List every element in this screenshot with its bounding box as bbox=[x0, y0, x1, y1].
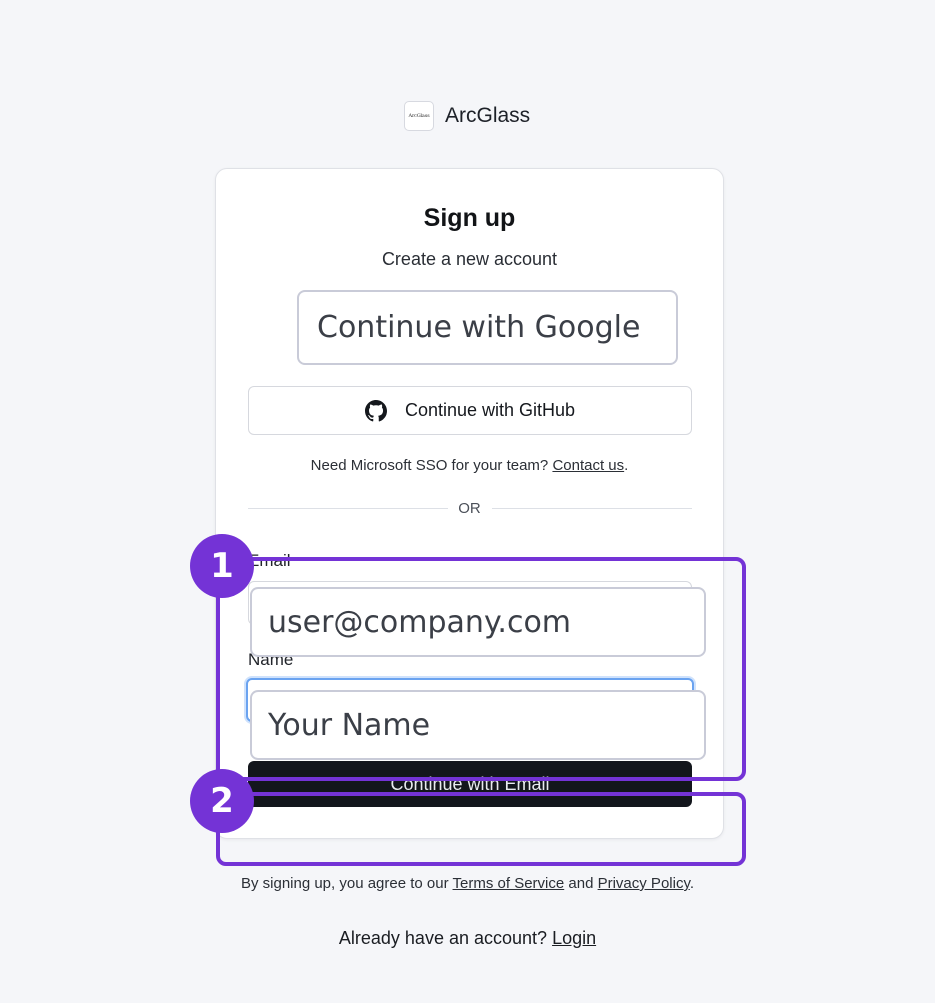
sso-period: . bbox=[624, 457, 629, 474]
divider-right bbox=[492, 508, 692, 509]
brand-logo: ArcGlass bbox=[404, 101, 434, 131]
legal-text: By signing up, you agree to our Terms of… bbox=[0, 875, 935, 892]
legal-period: . bbox=[689, 875, 695, 892]
github-icon bbox=[364, 399, 387, 421]
continue-with-google-button[interactable]: Continue with Google bbox=[297, 290, 678, 365]
page-title: Sign up bbox=[423, 204, 516, 232]
login-prompt-text: Already have an account? bbox=[338, 928, 548, 948]
page-subtitle: Create a new account bbox=[381, 249, 558, 269]
annotation-badge-1: 1 bbox=[190, 534, 254, 598]
sso-note: Need Microsoft SSO for your team? Contac… bbox=[216, 457, 723, 474]
legal-and: and bbox=[568, 875, 594, 892]
privacy-policy-link[interactable]: Privacy Policy bbox=[598, 875, 690, 892]
annotation-box-2 bbox=[216, 792, 746, 866]
annotation-badge-2: 2 bbox=[190, 769, 254, 833]
brand-name: ArcGlass bbox=[445, 104, 531, 127]
legal-prefix: By signing up, you agree to our bbox=[240, 875, 449, 892]
brand-header: ArcGlass ArcGlass bbox=[404, 101, 530, 131]
contact-us-link[interactable]: Contact us bbox=[552, 457, 624, 474]
sso-text: Need Microsoft SSO for your team? bbox=[310, 457, 549, 474]
brand-logo-text: ArcGlass bbox=[408, 113, 430, 119]
login-prompt: Already have an account? Login bbox=[0, 928, 935, 949]
github-button-label: Continue with GitHub bbox=[404, 400, 576, 420]
continue-with-github-button[interactable]: Continue with GitHub bbox=[248, 386, 692, 435]
login-link[interactable]: Login bbox=[552, 928, 596, 948]
annotation-box-1 bbox=[216, 557, 746, 781]
terms-of-service-link[interactable]: Terms of Service bbox=[453, 875, 565, 892]
